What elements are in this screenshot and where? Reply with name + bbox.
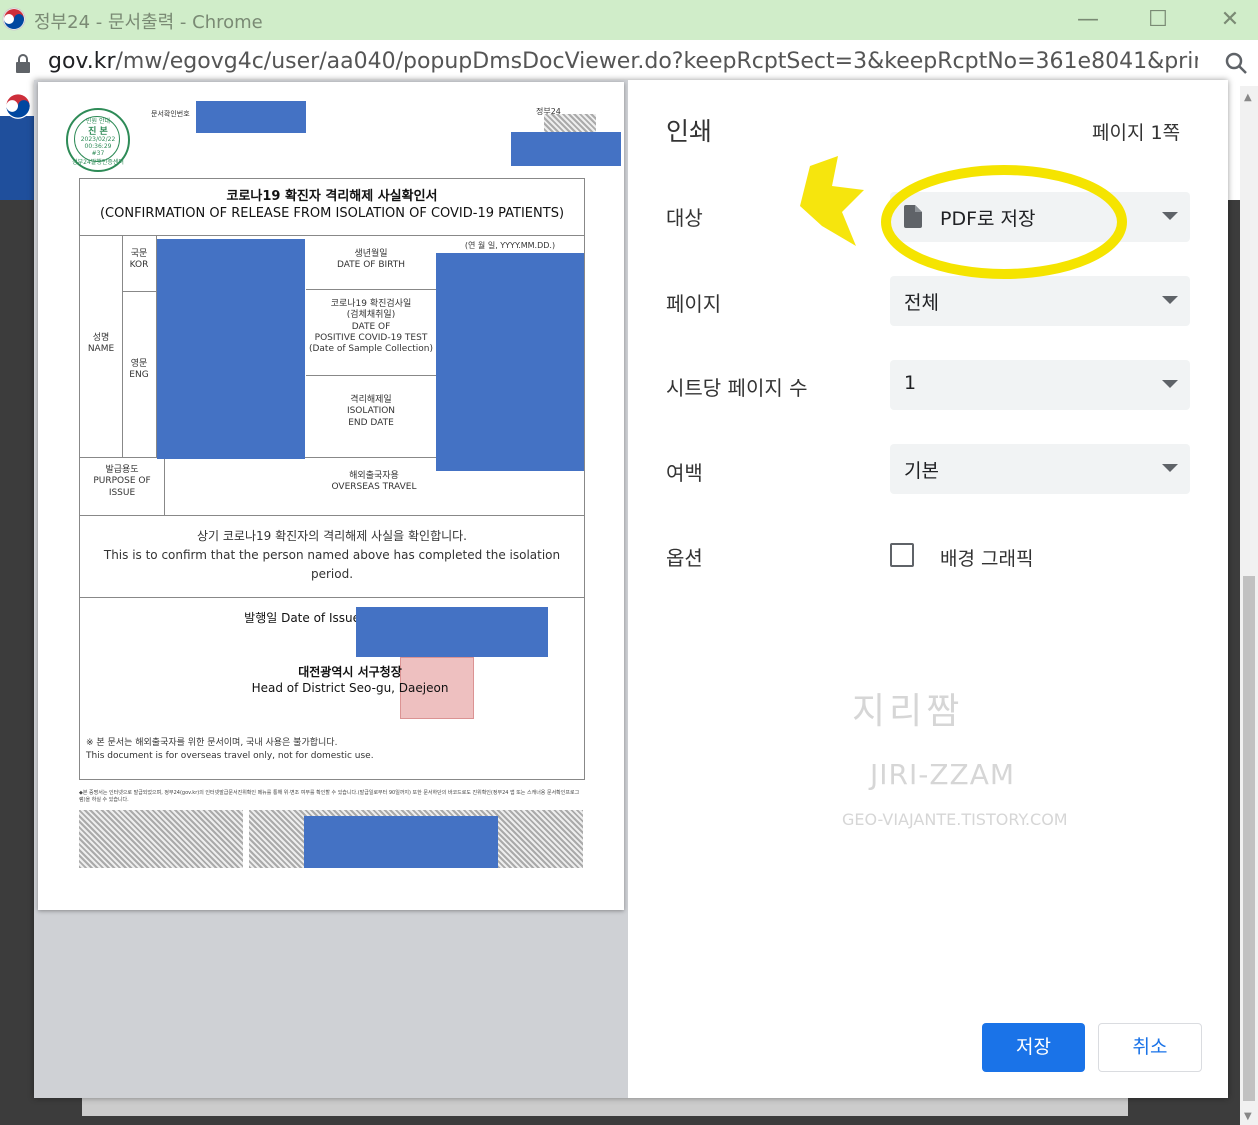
pages-per-sheet-label: 시트당 페이지 수 (666, 376, 808, 400)
margins-select[interactable]: 기본 (890, 444, 1190, 494)
positive-test-label: 코로나19 확진검사일 (검체채취일) DATE OF POSITIVE COV… (308, 299, 434, 354)
issuer-en: Head of District Seo-gu, Daejeon (251, 681, 449, 695)
eng-label: 영문 ENG (129, 359, 149, 381)
title-en: (CONFIRMATION OF RELEASE FROM ISOLATION … (99, 206, 565, 221)
redaction (196, 101, 306, 133)
window-titlebar: 정부24 - 문서출력 - Chrome — ☐ ✕ (0, 0, 1258, 40)
highlight-annotation (800, 156, 1127, 279)
background-graphics-label[interactable]: 배경 그래픽 (940, 544, 1033, 571)
name-label: 성명 NAME (87, 333, 115, 355)
gov24-logo-icon (2, 7, 26, 31)
destination-label: 대상 (666, 206, 703, 230)
gov24-logo-icon (5, 93, 31, 119)
search-icon[interactable] (1224, 51, 1248, 75)
print-preview: 민원 안내 진 본 2023/02/22 00:36:29 #37 정부24발행… (34, 80, 628, 1098)
lock-icon (16, 54, 30, 73)
page-scrollbar[interactable]: ▲ ▼ (1240, 86, 1258, 1125)
doc-number-label: 문서확인번호 (151, 110, 190, 118)
chevron-down-icon (1162, 212, 1178, 220)
window-title: 정부24 - 문서출력 - Chrome (34, 12, 263, 33)
print-title: 인쇄 (666, 117, 713, 146)
save-button[interactable]: 저장 (982, 1023, 1085, 1072)
confirm-ko: 상기 코로나19 확진자의 격리해제 사실을 확인합니다. (197, 529, 467, 543)
seal-text: 2023/02/22 (80, 136, 116, 143)
chevron-down-icon (1162, 380, 1178, 388)
chevron-down-icon (1162, 464, 1178, 472)
note-en: This document is for overseas travel onl… (86, 750, 374, 761)
background-page-banner (0, 116, 36, 200)
background-page-strip (82, 1098, 1128, 1116)
usage-note: ※ 본 문서는 해외출국자를 위한 문서이며, 국내 사용은 불가합니다. Th… (86, 737, 576, 762)
barcode (79, 810, 243, 868)
certificate-frame: 코로나19 확진자 격리해제 사실확인서 (CONFIRMATION OF RE… (79, 178, 585, 780)
redaction (157, 239, 305, 459)
watermark-ko: 지리짬 (852, 691, 964, 732)
url-path: /mw/egovg4c/user/aa040/popupDmsDocViewer… (115, 49, 1198, 74)
authentic-seal: 민원 안내 진 본 2023/02/22 00:36:29 #37 정부24발행… (66, 108, 130, 172)
scrollbar-thumb[interactable] (1243, 576, 1255, 1101)
maximize-button[interactable]: ☐ (1144, 6, 1172, 34)
options-label: 옵션 (666, 546, 703, 570)
confirm-en: This is to confirm that the person named… (103, 548, 561, 582)
print-dialog: 민원 안내 진 본 2023/02/22 00:36:29 #37 정부24발행… (34, 80, 1228, 1098)
page-count: 페이지 1쪽 (1092, 122, 1181, 144)
purpose-label: 발급용도 PURPOSE OF ISSUE (93, 465, 151, 498)
close-window-button[interactable]: ✕ (1216, 6, 1244, 34)
issuer-ko: 대전광역시 서구청장 (298, 665, 402, 679)
cancel-button[interactable]: 취소 (1098, 1023, 1202, 1072)
pages-per-sheet-value: 1 (904, 372, 917, 394)
footer-note: ◆본 증명서는 인터넷으로 발급되었으며, 정부24(gov.kr)의 인터넷발… (79, 790, 580, 803)
title-ko: 코로나19 확진자 격리해제 사실확인서 (226, 189, 438, 204)
chevron-down-icon (1162, 296, 1178, 304)
preview-page: 민원 안내 진 본 2023/02/22 00:36:29 #37 정부24발행… (38, 82, 624, 910)
margins-label: 여백 (666, 461, 703, 485)
date-format: (연 월 일, YYYY.MM.DD.) (464, 241, 556, 250)
pages-value: 전체 (904, 292, 939, 314)
margins-value: 기본 (904, 460, 939, 482)
seal-text: 정부24발행인증센터 (72, 159, 124, 166)
note-ko: ※ 본 문서는 해외출국자를 위한 문서이며, 국내 사용은 불가합니다. (86, 738, 338, 748)
scroll-up-icon[interactable]: ▲ (1244, 92, 1252, 103)
scroll-down-icon[interactable]: ▼ (1244, 1111, 1252, 1122)
kor-label: 국문 KOR (129, 249, 149, 271)
issue-date-label: 발행일 Date of Issue (244, 611, 360, 625)
redaction (436, 253, 584, 471)
redaction (356, 607, 548, 657)
url-host: gov.kr (48, 49, 116, 74)
confirm-text: 상기 코로나19 확진자의 격리해제 사실을 확인합니다. This is to… (100, 527, 564, 585)
purpose-value: 해외출국자용 OVERSEAS TRAVEL (331, 471, 417, 493)
isolation-end-label: 격리해제일 ISOLATION END DATE (346, 395, 396, 428)
seal-text: #37 (91, 150, 105, 157)
seal-text: 00:36:29 (84, 143, 112, 150)
minimize-button[interactable]: — (1074, 6, 1102, 34)
background-graphics-checkbox[interactable] (890, 543, 914, 567)
watermark-en: JIRI-ZZAM (870, 758, 1016, 791)
watermark-url: GEO-VIAJANTE.TISTORY.COM (842, 810, 1068, 829)
url-text[interactable]: gov.kr/mw/egovg4c/user/aa040/popupDmsDoc… (48, 49, 1198, 74)
pages-label: 페이지 (666, 292, 722, 316)
dob-label: 생년월일 DATE OF BIRTH (336, 249, 406, 271)
redaction (304, 816, 498, 868)
pages-per-sheet-select[interactable]: 1 (890, 360, 1190, 410)
redaction (511, 132, 621, 166)
